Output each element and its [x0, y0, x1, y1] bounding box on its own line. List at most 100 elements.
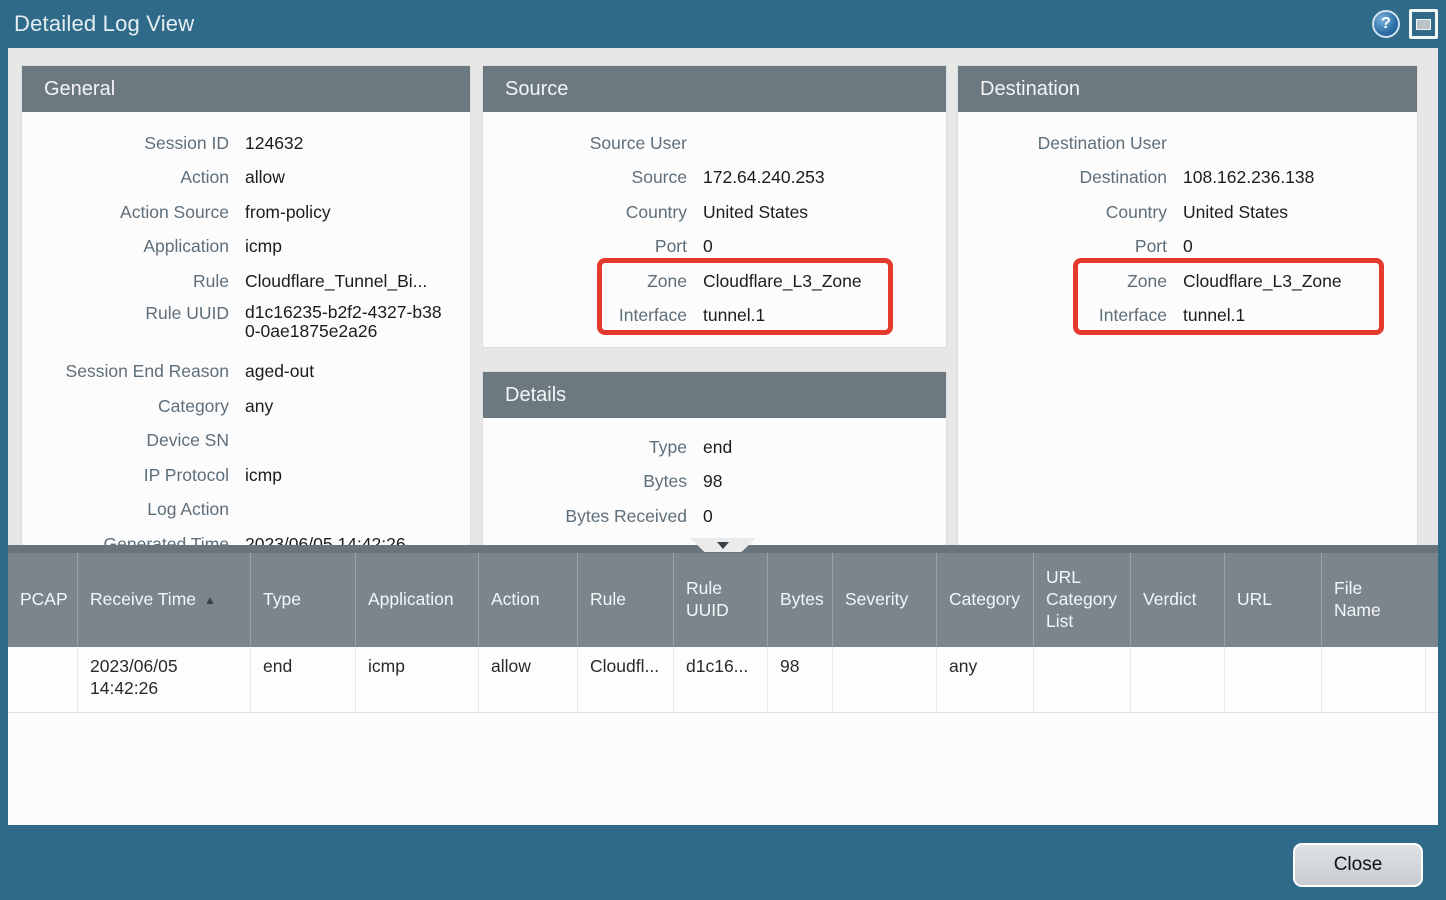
field-value: aged-out: [229, 362, 449, 381]
log-table: PCAP Receive Time ▲ Type Application Acti…: [8, 553, 1438, 825]
field-value: end: [687, 438, 732, 457]
cell-pcap: [8, 647, 78, 712]
column-header-action[interactable]: Action: [479, 553, 578, 647]
field-value: tunnel.1: [687, 306, 765, 325]
field-bytes: Bytes98: [483, 465, 946, 500]
column-header-application[interactable]: Application: [356, 553, 479, 647]
column-header-url[interactable]: URL: [1225, 553, 1322, 647]
sort-asc-icon: ▲: [204, 593, 216, 608]
field-log-action: Log Action: [22, 493, 470, 528]
panel-details-body: Typeend Bytes98 Bytes Received0: [483, 418, 946, 545]
cell-url-category-list: [1034, 647, 1131, 712]
field-action-source: Action Sourcefrom-policy: [22, 195, 470, 230]
cell-rule-uuid: d1c16...: [674, 647, 768, 712]
field-source-user: Source User: [483, 126, 946, 161]
field-label: Source User: [483, 133, 687, 154]
field-value: United States: [687, 203, 808, 222]
field-source-interface: Interfacetunnel.1: [483, 299, 946, 334]
cell-url: [1225, 647, 1322, 712]
cell-file-name: [1322, 647, 1426, 712]
panel-source-body: Source User Source172.64.240.253 Country…: [483, 112, 946, 347]
panel-table-splitter: [8, 545, 1438, 553]
field-value: any: [229, 397, 449, 416]
column-label: Application: [368, 589, 454, 611]
collapse-handle[interactable]: [690, 538, 756, 552]
field-value: from-policy: [229, 203, 449, 222]
field-label: Interface: [483, 305, 687, 326]
maximize-window-icon[interactable]: [1409, 9, 1438, 39]
field-label: Interface: [958, 305, 1167, 326]
cell-type: end: [251, 647, 356, 712]
column-header-url-category-list[interactable]: URL Category List: [1034, 553, 1131, 647]
field-value: 2023/06/05 14:42:26: [229, 535, 449, 545]
panel-destination: Destination Destination User Destination…: [958, 66, 1417, 545]
column-header-rule[interactable]: Rule: [578, 553, 674, 647]
field-label: Destination: [958, 167, 1167, 188]
column-label: Rule UUID: [686, 578, 757, 622]
field-label: IP Protocol: [22, 465, 229, 486]
chevron-down-icon: [717, 542, 729, 549]
field-value: allow: [229, 168, 449, 187]
cell-rule: Cloudfl...: [578, 647, 674, 712]
cell-action: allow: [479, 647, 578, 712]
column-header-verdict[interactable]: Verdict: [1131, 553, 1225, 647]
field-label: Source: [483, 167, 687, 188]
column-header-category[interactable]: Category: [937, 553, 1034, 647]
column-header-type[interactable]: Type: [251, 553, 356, 647]
field-value: Cloudflare_L3_Zone: [687, 272, 862, 291]
column-header-pcap[interactable]: PCAP: [8, 553, 78, 647]
field-session-end-reason: Session End Reasonaged-out: [22, 355, 470, 390]
field-value: d1c16235-b2f2-4327-b380-0ae1875e2a26: [229, 303, 449, 342]
field-source-port: Port0: [483, 230, 946, 265]
field-label: Application: [22, 236, 229, 257]
column-label: Type: [263, 589, 301, 611]
panel-details-header: Details: [483, 372, 946, 418]
panel-general: General Session ID124632 Actionallow Act…: [22, 66, 470, 545]
field-label: Session ID: [22, 133, 229, 154]
field-label: Rule: [22, 271, 229, 292]
field-label: Destination User: [958, 133, 1167, 154]
field-source-zone: ZoneCloudflare_L3_Zone: [483, 264, 946, 299]
field-value: 0: [687, 507, 713, 526]
column-header-bytes[interactable]: Bytes: [768, 553, 833, 647]
cell-receive-time: 2023/06/05 14:42:26: [78, 647, 251, 712]
panel-source-header: Source: [483, 66, 946, 112]
help-icon[interactable]: ?: [1372, 10, 1400, 38]
cell-category: any: [937, 647, 1034, 712]
column-label: Receive Time: [90, 589, 196, 611]
column-header-receive-time[interactable]: Receive Time ▲: [78, 553, 251, 647]
table-row[interactable]: 2023/06/05 14:42:26 end icmp allow Cloud…: [8, 647, 1438, 713]
panel-general-body: Session ID124632 Actionallow Action Sour…: [22, 112, 470, 545]
field-rule-uuid: Rule UUIDd1c16235-b2f2-4327-b380-0ae1875…: [22, 299, 470, 355]
panel-destination-body: Destination User Destination108.162.236.…: [958, 112, 1417, 545]
field-label: Port: [483, 236, 687, 257]
field-label: Generated Time: [22, 534, 229, 545]
field-destination-port: Port0: [958, 230, 1417, 265]
field-action: Actionallow: [22, 161, 470, 196]
column-header-file-name[interactable]: File Name: [1322, 553, 1426, 647]
field-label: Action: [22, 167, 229, 188]
column-header-rule-uuid[interactable]: Rule UUID: [674, 553, 768, 647]
panel-general-header: General: [22, 66, 470, 112]
close-button[interactable]: Close: [1293, 843, 1423, 887]
cell-severity: [833, 647, 937, 712]
column-label: Severity: [845, 589, 908, 611]
cell-verdict: [1131, 647, 1225, 712]
field-device-sn: Device SN: [22, 424, 470, 459]
field-destination-interface: Interfacetunnel.1: [958, 299, 1417, 334]
field-category: Categoryany: [22, 389, 470, 424]
panel-details: Details Typeend Bytes98 Bytes Received0: [483, 372, 946, 545]
table-header-row: PCAP Receive Time ▲ Type Application Acti…: [8, 553, 1438, 647]
field-type: Typeend: [483, 430, 946, 465]
column-label: Rule: [590, 589, 626, 611]
dialog-title: Detailed Log View: [0, 11, 194, 37]
column-header-severity[interactable]: Severity: [833, 553, 937, 647]
field-label: Zone: [958, 271, 1167, 292]
field-label: Category: [22, 396, 229, 417]
field-generated-time: Generated Time2023/06/05 14:42:26: [22, 527, 470, 545]
column-label: File Name: [1334, 578, 1394, 622]
field-destination-user: Destination User: [958, 126, 1417, 161]
field-label: Session End Reason: [22, 361, 229, 382]
field-value: icmp: [229, 466, 449, 485]
field-value: tunnel.1: [1167, 306, 1245, 325]
